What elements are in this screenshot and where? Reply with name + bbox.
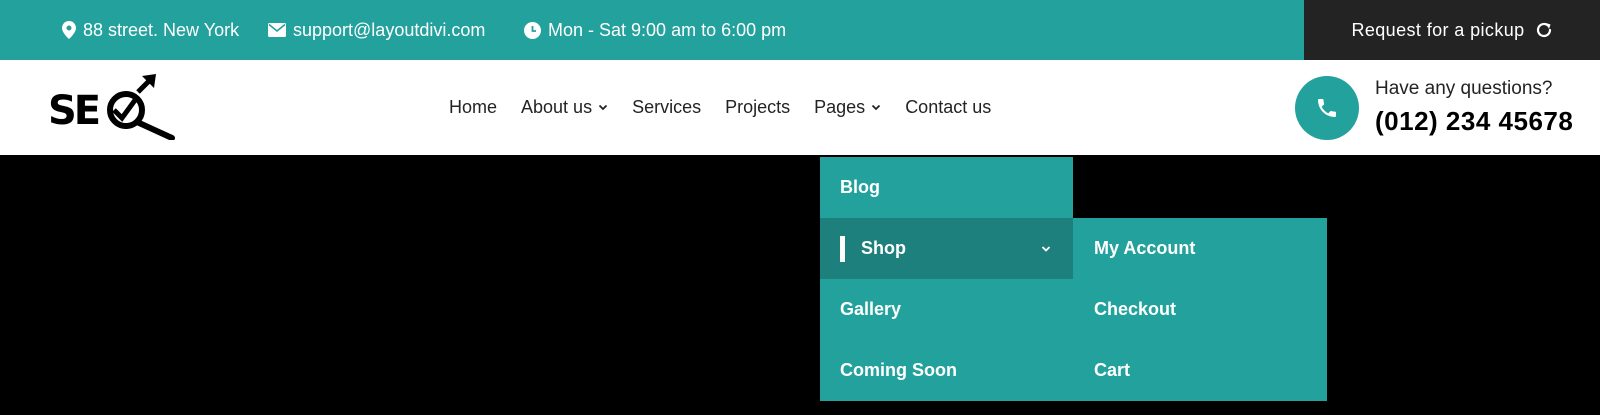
phone-icon [1318, 99, 1336, 117]
main-header: SE Home About us Services Projects Pages [0, 60, 1600, 155]
pages-dropdown-menu: Blog Shop Gallery Coming Soon [820, 157, 1073, 401]
menu-item-coming-soon[interactable]: Coming Soon [820, 340, 1073, 401]
menu-item-shop[interactable]: Shop [820, 218, 1073, 279]
menu-item-label: Shop [861, 238, 906, 258]
nav-label: Contact us [905, 97, 992, 117]
submenu-item-label: My Account [1094, 238, 1196, 258]
submenu-item-label: Cart [1094, 360, 1131, 380]
address-text: 88 street. New York [83, 19, 240, 40]
pickup-label: Request for a pickup [1351, 19, 1525, 40]
clock-icon [524, 21, 541, 39]
top-bar: 88 street. New York support@layoutdivi.c… [0, 0, 1600, 60]
main-nav: Home About us Services Projects Pages Co… [449, 60, 1015, 155]
menu-item-label: Coming Soon [840, 360, 957, 380]
nav-item-home[interactable]: Home [449, 97, 497, 118]
svg-text:SE: SE [48, 88, 99, 134]
submenu-item-cart[interactable]: Cart [1073, 340, 1327, 401]
hours-text: Mon - Sat 9:00 am to 6:00 pm [548, 19, 787, 40]
phone-button[interactable] [1295, 76, 1359, 140]
refresh-icon [1536, 22, 1551, 38]
seo-logo-icon: SE [48, 74, 175, 141]
nav-item-about-us[interactable]: About us [521, 97, 608, 118]
nav-item-services[interactable]: Services [632, 97, 701, 118]
submenu-item-label: Checkout [1094, 299, 1177, 319]
nav-label: Services [632, 97, 702, 117]
site-logo[interactable]: SE [48, 74, 180, 141]
chevron-down-icon [1041, 245, 1051, 252]
nav-label: Home [449, 97, 498, 117]
nav-item-pages[interactable]: Pages [814, 97, 881, 118]
envelope-icon [268, 23, 286, 37]
nav-label: About us [521, 97, 593, 117]
shop-submenu: My Account Checkout Cart [1073, 218, 1327, 401]
hours-info: Mon - Sat 9:00 am to 6:00 pm [524, 0, 786, 60]
request-pickup-button[interactable]: Request for a pickup [1304, 0, 1600, 60]
chevron-down-icon [598, 104, 608, 111]
contact-question: Have any questions? [1375, 78, 1553, 99]
contact-phone-number[interactable]: (012) 234 45678 [1375, 106, 1573, 137]
map-pin-icon [62, 21, 76, 39]
menu-item-gallery[interactable]: Gallery [820, 279, 1073, 340]
email-text[interactable]: support@layoutdivi.com [293, 20, 485, 41]
email-info[interactable]: support@layoutdivi.com [268, 0, 485, 60]
nav-item-projects[interactable]: Projects [725, 97, 790, 118]
submenu-item-checkout[interactable]: Checkout [1073, 279, 1327, 340]
nav-label: Projects [725, 97, 791, 117]
address-info: 88 street. New York [62, 0, 239, 60]
nav-item-contact-us[interactable]: Contact us [905, 97, 991, 118]
active-marker [840, 235, 845, 262]
nav-label: Pages [814, 97, 866, 117]
submenu-item-my-account[interactable]: My Account [1073, 218, 1327, 279]
menu-item-blog[interactable]: Blog [820, 157, 1073, 218]
menu-item-label: Gallery [840, 299, 902, 319]
chevron-down-icon [872, 104, 881, 111]
menu-item-label: Blog [840, 177, 880, 197]
